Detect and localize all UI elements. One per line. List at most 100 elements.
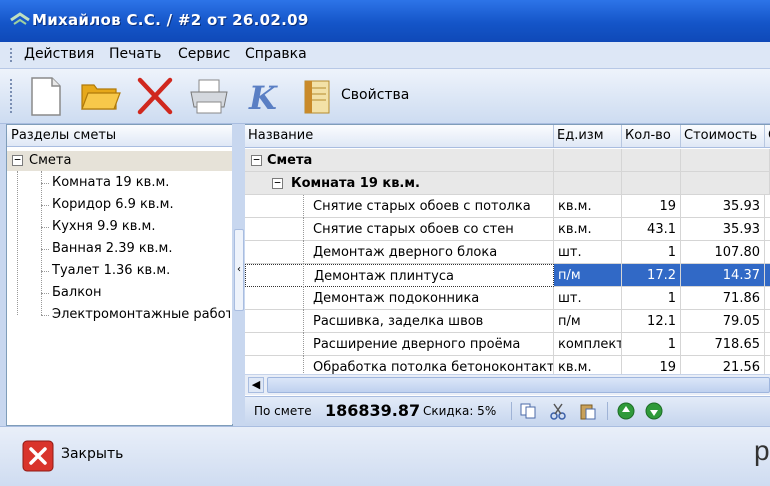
table-row[interactable]: Демонтаж подоконника шт. 1 71.86 (245, 287, 770, 310)
menu-service[interactable]: Сервис (178, 46, 230, 62)
grid-cell-qty[interactable]: 1 (622, 287, 681, 310)
tree-branch (41, 205, 49, 206)
grid-cell-qty[interactable]: 1 (622, 333, 681, 356)
grid-cell-unit[interactable]: кв.м. (554, 218, 622, 241)
grid-cell-name[interactable]: Демонтаж плинтуса (245, 264, 554, 287)
grid-cell-extra (765, 264, 770, 287)
grid-group-label: Комната 19 кв.м. (245, 172, 554, 195)
grid-cell-unit[interactable]: кв.м. (554, 195, 622, 218)
brand-mark: p (754, 435, 770, 466)
tree-branch (41, 249, 49, 250)
status-separator (607, 402, 608, 420)
sections-panel: Разделы сметы − Смета Комната 19 кв.м. К… (6, 124, 233, 426)
scroll-left-arrow-icon[interactable]: ◀ (248, 377, 264, 393)
grid-root-row[interactable]: Смета − (245, 149, 770, 172)
col-header-cost[interactable]: Стоимость (681, 125, 765, 147)
properties-button[interactable] (298, 75, 340, 117)
tree-item-kitchen[interactable]: Кухня 9.9 кв.м. (52, 219, 155, 234)
app-icon (10, 12, 30, 25)
k-letter-icon: K (248, 79, 278, 117)
tree-guide (303, 333, 304, 356)
collapse-left-arrow-icon[interactable]: ‹ (234, 229, 244, 311)
total-value: 186839.87 (325, 401, 421, 420)
tree-guide (303, 287, 304, 310)
k-button[interactable]: K (243, 75, 285, 117)
grid-cell-cost[interactable]: 718.65 (681, 333, 765, 356)
grid-cell-unit[interactable]: п/м (554, 264, 622, 287)
tree-branch (41, 183, 49, 184)
grid-cell-cost[interactable]: 35.93 (681, 218, 765, 241)
grid-cell-qty[interactable]: 1 (622, 241, 681, 264)
printer-icon (190, 79, 228, 114)
table-row[interactable]: Демонтаж дверного блока шт. 1 107.80 (245, 241, 770, 264)
new-button[interactable] (24, 75, 66, 117)
grid-cell-unit[interactable]: комплект (554, 333, 622, 356)
grid-cell-name[interactable]: Снятие старых обоев с потолка (245, 195, 554, 218)
grid-header: Название Ед.изм Кол-во Стоимость С (245, 125, 770, 148)
grid-cell-cost[interactable]: 71.86 (681, 287, 765, 310)
menu-bar: Действия Печать Сервис Справка (0, 42, 770, 69)
grid-cell-cost[interactable]: 79.05 (681, 310, 765, 333)
grid-cell-unit[interactable]: п/м (554, 310, 622, 333)
grid-cell-name[interactable]: Демонтаж дверного блока (245, 241, 554, 264)
grid-cell-name[interactable]: Расширение дверного проёма (245, 333, 554, 356)
tree-item-electrical[interactable]: Электромонтажные работ (52, 307, 230, 322)
delete-x-icon (137, 77, 173, 115)
table-row[interactable]: Демонтаж плинтуса п/м 17.2 14.37 (245, 264, 770, 287)
tree-root-row[interactable]: − Смета (7, 151, 232, 171)
table-row[interactable]: Снятие старых обоев с потолка кв.м. 19 35.9… (245, 195, 770, 218)
menu-help[interactable]: Справка (245, 46, 307, 62)
grid-cell-extra (765, 241, 770, 264)
tree-item-toilet[interactable]: Туалет 1.36 кв.м. (52, 263, 170, 278)
grid-group-collapse-icon[interactable]: − (272, 177, 283, 189)
grid-cell-qty[interactable]: 43.1 (622, 218, 681, 241)
table-row[interactable]: Расширение дверного проёма комплект 1 718.6… (245, 333, 770, 356)
grid-cell-unit[interactable]: шт. (554, 287, 622, 310)
grid-cell-unit[interactable]: шт. (554, 241, 622, 264)
grid-cell-name[interactable]: Демонтаж подоконника (245, 287, 554, 310)
cut-icon[interactable] (549, 402, 567, 420)
grid-cell-qty[interactable]: 17.2 (622, 264, 681, 287)
table-row[interactable]: Расшивка, заделка швов п/м 12.1 79.05 (245, 310, 770, 333)
col-header-unit[interactable]: Ед.изм (554, 125, 622, 147)
tree-item-corridor[interactable]: Коридор 6.9 кв.м. (52, 197, 174, 212)
move-up-icon[interactable] (617, 402, 635, 420)
scroll-thumb[interactable] (267, 377, 770, 393)
print-button[interactable] (188, 75, 230, 117)
properties-label[interactable]: Свойства (341, 87, 409, 103)
copy-icon[interactable] (519, 402, 537, 420)
horizontal-scrollbar[interactable]: ◀ (245, 374, 770, 395)
status-separator (511, 402, 512, 420)
close-button-label[interactable]: Закрыть (61, 446, 123, 462)
panel-splitter[interactable]: ‹ (232, 124, 244, 424)
svg-text:K: K (248, 79, 278, 117)
collapse-icon[interactable]: − (12, 154, 23, 166)
col-header-qty[interactable]: Кол-во (622, 125, 681, 147)
grid-cell-name[interactable]: Снятие старых обоев со стен (245, 218, 554, 241)
paste-icon[interactable] (579, 402, 597, 420)
tree-item-balcony[interactable]: Балкон (52, 285, 102, 300)
tree-guide (303, 218, 304, 241)
grid-cell-name[interactable]: Расшивка, заделка швов (245, 310, 554, 333)
col-header-extra[interactable]: С (765, 125, 770, 147)
tree-branch (41, 271, 49, 272)
properties-icon (304, 80, 330, 114)
open-button[interactable] (80, 75, 122, 117)
col-header-name[interactable]: Название (245, 125, 554, 147)
delete-button[interactable] (135, 75, 177, 117)
move-down-icon[interactable] (645, 402, 663, 420)
menu-actions[interactable]: Действия (24, 46, 94, 62)
tree-item-room[interactable]: Комната 19 кв.м. (52, 175, 169, 190)
menu-print[interactable]: Печать (109, 46, 161, 62)
close-icon[interactable] (22, 440, 54, 472)
grid-collapse-icon[interactable]: − (251, 154, 262, 166)
grid-cell-cost[interactable]: 35.93 (681, 195, 765, 218)
grid-cell-qty[interactable]: 12.1 (622, 310, 681, 333)
grid-cell-cost[interactable]: 107.80 (681, 241, 765, 264)
table-row[interactable]: Снятие старых обоев со стен кв.м. 43.1 35.9… (245, 218, 770, 241)
grid-cell-cost[interactable]: 14.37 (681, 264, 765, 287)
tree-item-bathroom[interactable]: Ванная 2.39 кв.м. (52, 241, 172, 256)
grid-cell-qty[interactable]: 19 (622, 195, 681, 218)
grid-group-row[interactable]: Комната 19 кв.м. − (245, 172, 770, 195)
grid-root-label: Смета (245, 149, 554, 172)
